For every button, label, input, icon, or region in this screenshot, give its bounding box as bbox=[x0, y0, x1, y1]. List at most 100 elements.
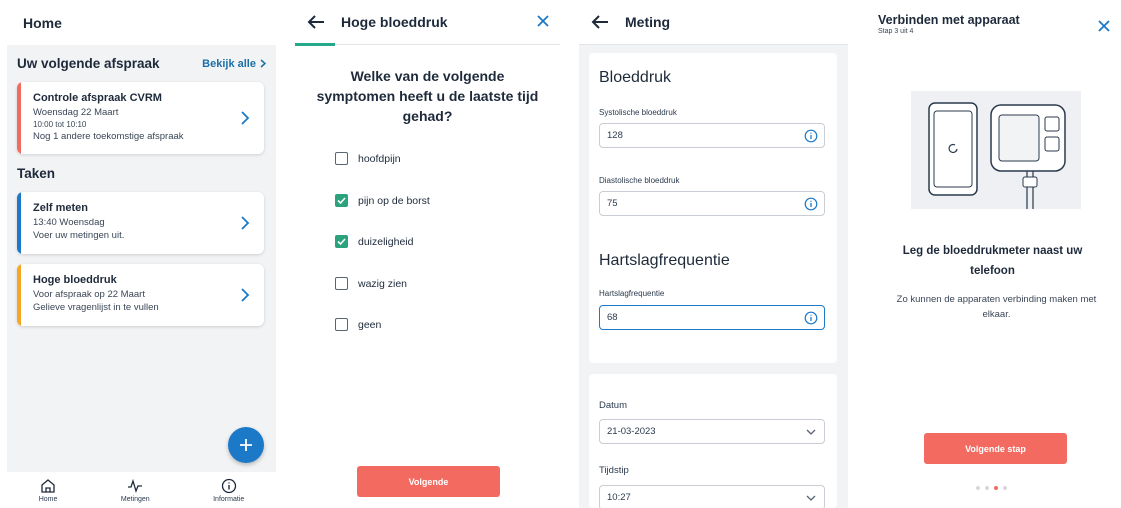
next-appointment-header: Uw volgende afspraak Bekijk alle bbox=[17, 56, 266, 71]
appointment-note: Nog 1 andere toekomstige afspraak bbox=[33, 131, 184, 142]
option-label: pijn op de borst bbox=[358, 194, 430, 207]
option-pijn-op-de-borst[interactable]: pijn op de borst bbox=[335, 194, 430, 207]
card-accent bbox=[17, 82, 21, 154]
page-title: Hoge bloeddruk bbox=[341, 14, 448, 30]
option-label: geen bbox=[358, 318, 382, 331]
question-text: Welke van de volgende symptomen heeft u … bbox=[316, 68, 539, 124]
field-label: Datum bbox=[599, 400, 627, 411]
nav-item-metingen[interactable]: Metingen bbox=[121, 478, 150, 503]
field-value: 128 bbox=[607, 130, 623, 141]
instruction-text: Zo kunnen de apparaten verbinding maken … bbox=[896, 294, 1097, 320]
bottom-nav: Home Metingen Informatie bbox=[7, 472, 276, 508]
measurement-screen: Meting Bloeddruk Systolische bloeddruk 1… bbox=[579, 0, 848, 508]
nav-item-informatie[interactable]: Informatie bbox=[213, 478, 244, 503]
card-body: Zelf meten 13:40 Woensdag Voer uw meting… bbox=[33, 202, 234, 242]
info-icon[interactable] bbox=[804, 197, 818, 211]
tasks-header: Taken bbox=[17, 166, 266, 181]
step-dot bbox=[1003, 486, 1007, 490]
task-title: Zelf meten bbox=[33, 202, 89, 214]
instruction-heading: Leg de bloeddrukmeter naast uw telefoon bbox=[902, 245, 1083, 277]
chevron-down-icon bbox=[806, 429, 816, 435]
checkbox[interactable] bbox=[335, 235, 348, 248]
checkbox[interactable] bbox=[335, 277, 348, 290]
next-button[interactable]: Volgende bbox=[357, 466, 500, 497]
card-accent bbox=[17, 264, 21, 326]
questionnaire-header: Hoge bloeddruk bbox=[295, 0, 560, 45]
page-title: Meting bbox=[625, 14, 671, 30]
field-label: Tijdstip bbox=[599, 465, 629, 476]
appointment-date: Woensdag 22 Maart bbox=[33, 107, 119, 118]
appointment-time: 10:00 tot 10:10 bbox=[33, 120, 87, 129]
field-value: 75 bbox=[607, 198, 618, 209]
option-label: duizeligheid bbox=[358, 235, 414, 248]
card-body: Hoge bloeddruk Voor afspraak op 22 Maart… bbox=[33, 274, 234, 314]
close-icon[interactable] bbox=[1097, 19, 1111, 33]
systolic-field[interactable]: 128 bbox=[599, 123, 825, 148]
section-heading: Hartslagfrequentie bbox=[599, 252, 730, 269]
plus-icon bbox=[240, 439, 252, 451]
home-header: Home bbox=[7, 0, 276, 45]
page-title: Home bbox=[23, 14, 62, 31]
field-label: Diastolische bloeddruk bbox=[599, 176, 680, 185]
progress-indicator bbox=[295, 43, 335, 46]
check-icon bbox=[337, 238, 346, 246]
heart-rate-field[interactable]: 68 bbox=[599, 305, 825, 330]
illustration-graphic bbox=[928, 102, 1066, 209]
task-card[interactable]: Hoge bloeddruk Voor afspraak op 22 Maart… bbox=[17, 264, 264, 326]
connect-header: Verbinden met apparaat Stap 3 uit 4 bbox=[864, 0, 1121, 46]
task-card[interactable]: Zelf meten 13:40 Woensdag Voer uw meting… bbox=[17, 192, 264, 254]
checkbox[interactable] bbox=[335, 152, 348, 165]
field-value: 21-03-2023 bbox=[607, 426, 656, 437]
task-line: Voer uw metingen uit. bbox=[33, 230, 125, 241]
nav-label: Metingen bbox=[120, 495, 150, 503]
option-hoofdpijn[interactable]: hoofdpijn bbox=[335, 152, 401, 165]
field-value: 68 bbox=[607, 312, 618, 323]
section-heading: Bloeddruk bbox=[599, 69, 672, 86]
date-select[interactable]: 21-03-2023 bbox=[599, 419, 825, 444]
option-label: hoofdpijn bbox=[358, 152, 401, 165]
option-geen[interactable]: geen bbox=[335, 318, 381, 331]
nav-item-home[interactable]: Home bbox=[38, 478, 58, 503]
home-icon bbox=[41, 478, 55, 493]
task-line: Voor afspraak op 22 Maart bbox=[33, 289, 145, 300]
questionnaire-screen: Hoge bloeddruk Welke van de volgende sym… bbox=[295, 0, 560, 508]
info-icon bbox=[221, 478, 236, 493]
info-icon[interactable] bbox=[804, 311, 818, 325]
option-label: wazig zien bbox=[358, 277, 408, 290]
step-dot-active bbox=[994, 486, 998, 490]
back-arrow-icon[interactable] bbox=[305, 11, 327, 33]
field-label: Hartslagfrequentie bbox=[599, 289, 665, 298]
connect-device-screen: Verbinden met apparaat Stap 3 uit 4 Leg … bbox=[864, 0, 1121, 508]
checkbox[interactable] bbox=[335, 194, 348, 207]
measurement-header: Meting bbox=[579, 0, 848, 45]
card-body: Controle afspraak CVRM Woensdag 22 Maart… bbox=[33, 92, 234, 143]
checkbox[interactable] bbox=[335, 318, 348, 331]
appointment-card[interactable]: Controle afspraak CVRM Woensdag 22 Maart… bbox=[17, 82, 264, 154]
step-dot bbox=[976, 486, 980, 490]
check-icon bbox=[337, 197, 346, 205]
chevron-down-icon bbox=[806, 495, 816, 501]
next-step-button[interactable]: Volgende stap bbox=[924, 433, 1067, 464]
task-line: 13:40 Woensdag bbox=[33, 217, 105, 228]
home-screen: Home Uw volgende afspraak Bekijk alle Co… bbox=[7, 0, 276, 508]
step-dot bbox=[985, 486, 989, 490]
close-icon[interactable] bbox=[536, 14, 550, 28]
nav-label: Home bbox=[38, 495, 58, 503]
option-duizeligheid[interactable]: duizeligheid bbox=[335, 235, 413, 248]
chevron-right-icon bbox=[241, 216, 250, 230]
activity-icon bbox=[128, 478, 143, 493]
task-line: Gelieve vragenlijst in te vullen bbox=[33, 302, 159, 313]
info-icon[interactable] bbox=[804, 129, 818, 143]
time-select[interactable]: 10:27 bbox=[599, 485, 825, 508]
card-accent bbox=[17, 192, 21, 254]
datetime-panel: Datum 21-03-2023 Tijdstip 10:27 bbox=[589, 374, 837, 508]
section-heading: Taken bbox=[17, 166, 56, 181]
see-all-link[interactable]: Bekijk alle bbox=[202, 58, 266, 70]
diastolic-field[interactable]: 75 bbox=[599, 191, 825, 216]
page-title: Verbinden met apparaat bbox=[878, 13, 1020, 27]
step-indicator: Stap 3 uit 4 bbox=[878, 28, 914, 35]
back-arrow-icon[interactable] bbox=[589, 11, 611, 33]
option-wazig-zien[interactable]: wazig zien bbox=[335, 277, 407, 290]
add-button[interactable] bbox=[228, 427, 264, 463]
section-heading: Uw volgende afspraak bbox=[17, 56, 160, 71]
